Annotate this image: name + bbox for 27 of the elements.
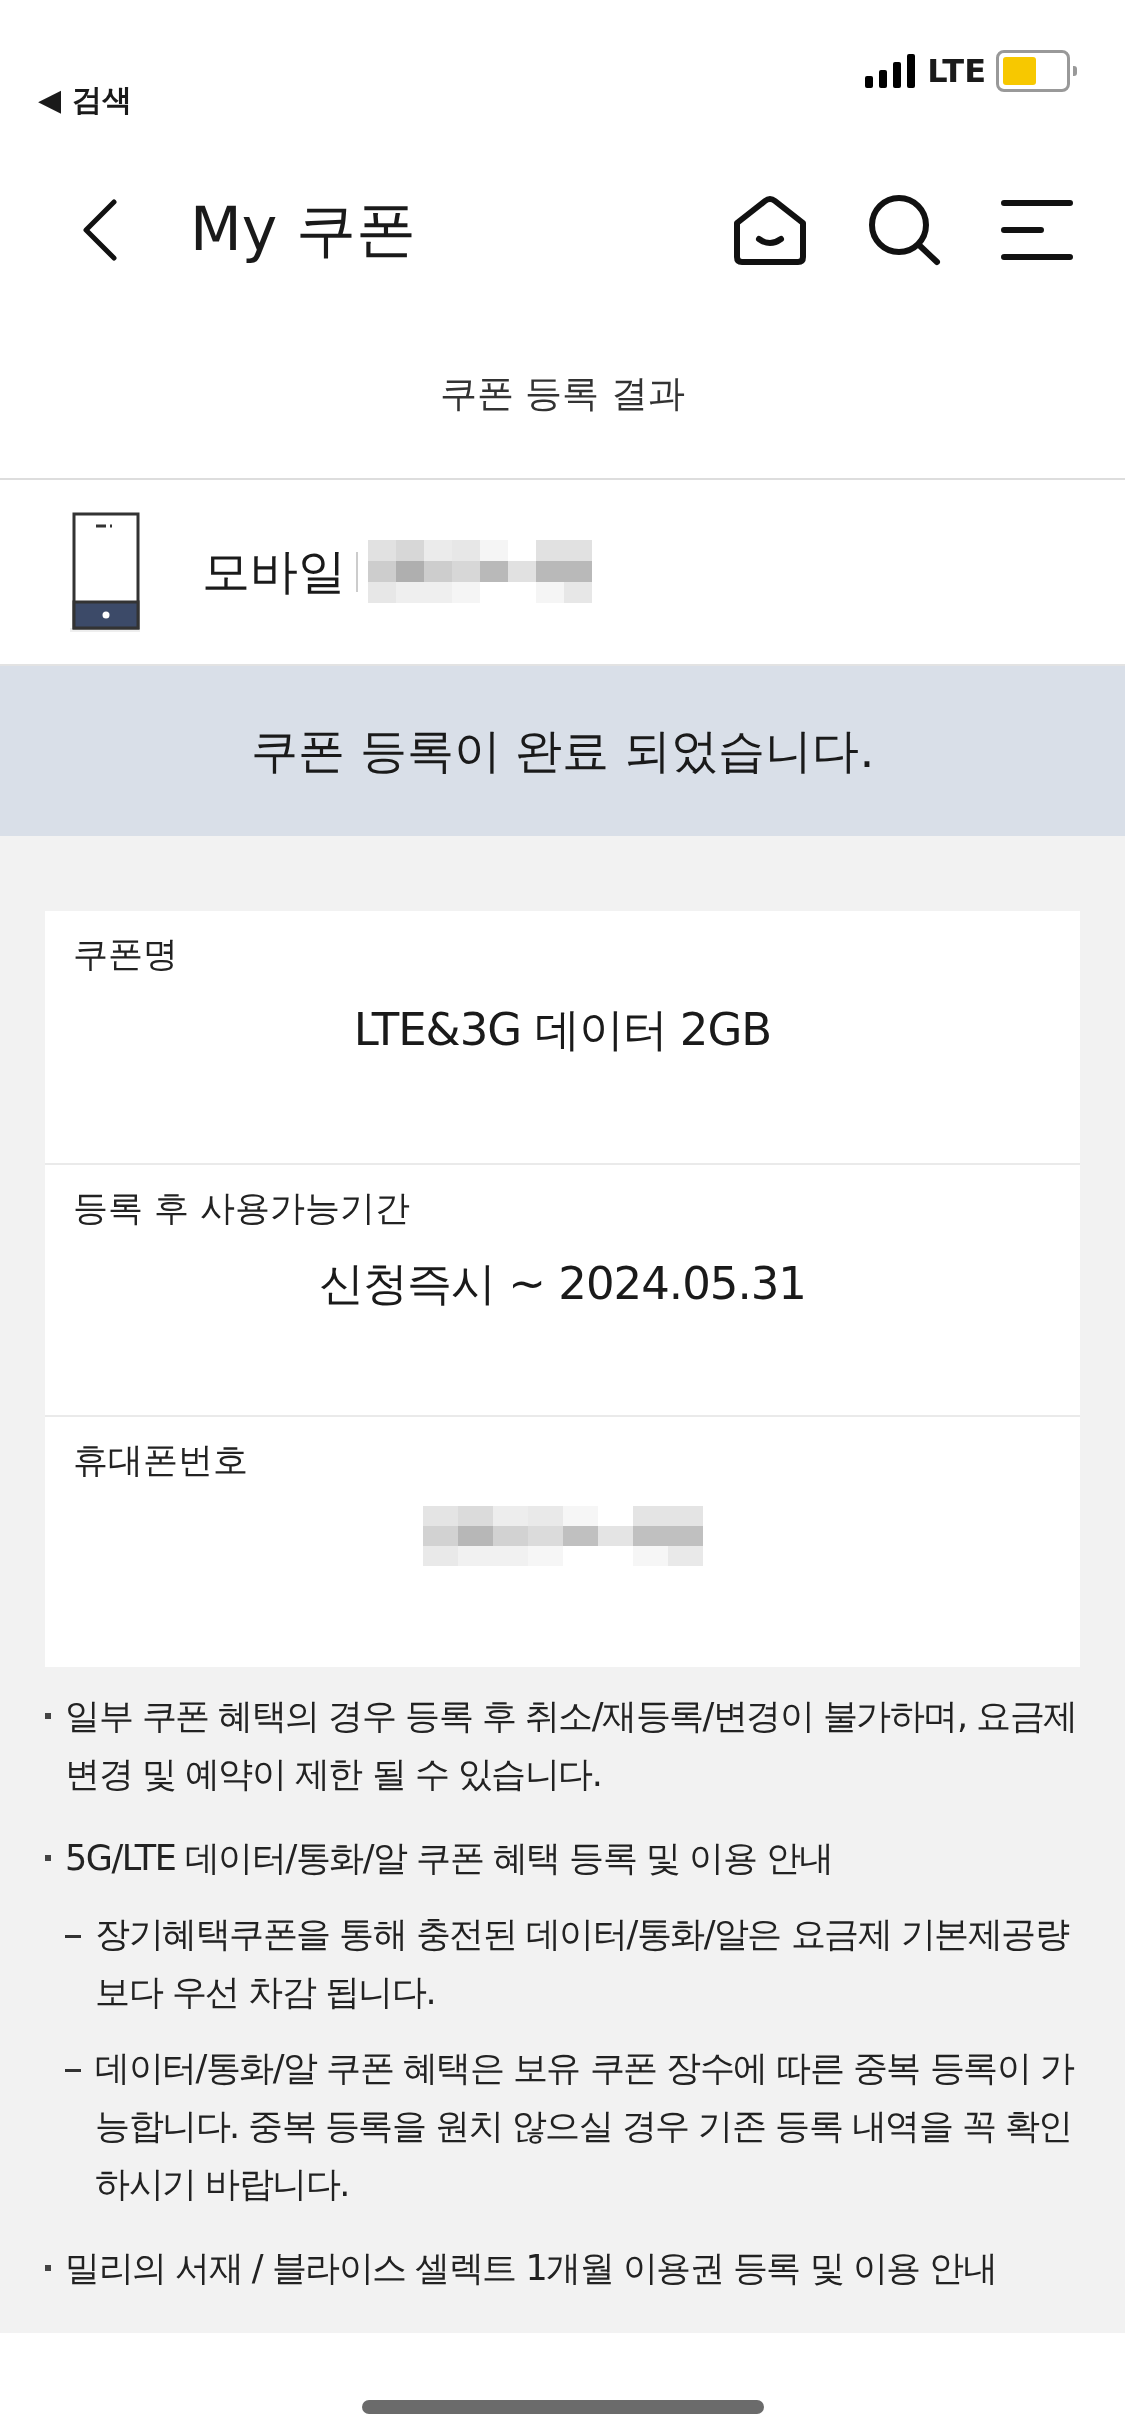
notice-text: 장기혜택쿠폰을 통해 충전된 데이터/통화/알은 요금제 기본제공량 보다 우선 차감 됩니다.: [95, 1913, 1070, 2014]
notice-text: 일부 쿠폰 혜택의 경우 등록 후 취소/재등록/변경이 불가하며, 요금제 변경 및 예약이 제한 될 수 있습니다.: [65, 1695, 1078, 1796]
detail-value: 신청즉시 ~ 2024.05.31: [318, 1256, 807, 1312]
signal-icon: [865, 54, 918, 88]
bullet-icon: [45, 1713, 51, 1719]
detail-label: 등록 후 사용가능기간: [73, 1187, 412, 1230]
line-type-label: 모바일: [202, 542, 346, 601]
back-icon[interactable]: [82, 199, 118, 261]
network-label: LTE: [927, 52, 986, 90]
back-to-app-link[interactable]: ◀ 검색: [38, 80, 132, 121]
notice-text: 데이터/통화/알 쿠폰 혜택은 보유 쿠폰 장수에 따른 중복 등록이 가능합니다. 중복 등록을 원치 않으실 경우 기존 등록 내역을 꼭 확인 하시기 바랍니다.: [95, 2047, 1075, 2206]
search-icon[interactable]: [867, 193, 941, 267]
detail-value: LTE&3G 데이터 2GB: [352, 1002, 773, 1058]
bullet-icon: [45, 2265, 51, 2271]
notice-text: 밀리의 서재 / 블라이스 셀렉트 1개월 이용권 등록 및 이용 안내: [65, 2247, 998, 2290]
bullet-icon: [45, 1855, 51, 1861]
detail-label: 쿠폰명: [73, 933, 179, 976]
completion-banner: 쿠폰 등록이 완료 되었습니다.: [0, 666, 1125, 836]
section-title: 쿠폰 등록 결과: [0, 310, 1125, 480]
home-icon[interactable]: [733, 195, 807, 265]
page-title: My 쿠폰: [190, 192, 418, 266]
menu-icon[interactable]: [1001, 199, 1073, 261]
dash-icon: [65, 2069, 81, 2072]
dash-icon: [65, 1935, 81, 1938]
notice-text: 5G/LTE 데이터/통화/알 쿠폰 혜택 등록 및 이용 안내: [65, 1837, 834, 1880]
battery-icon: [996, 50, 1077, 92]
detail-label: 휴대폰번호: [73, 1439, 249, 1482]
